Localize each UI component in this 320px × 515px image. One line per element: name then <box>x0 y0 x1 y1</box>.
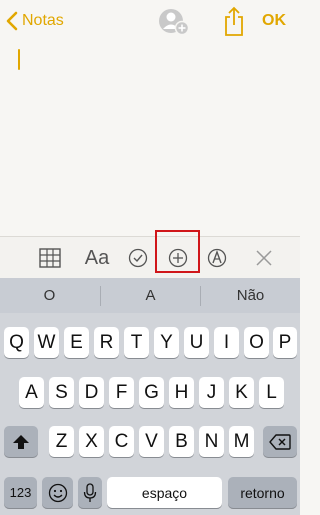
key-v[interactable]: V <box>139 426 164 457</box>
shift-key[interactable] <box>4 426 38 457</box>
emoji-icon <box>48 483 67 502</box>
key-l[interactable]: L <box>259 377 284 408</box>
table-button[interactable] <box>38 243 62 273</box>
close-icon <box>256 250 272 266</box>
key-n[interactable]: N <box>199 426 224 457</box>
key-y[interactable]: Y <box>154 327 179 358</box>
key-e[interactable]: E <box>64 327 89 358</box>
highlight-box <box>155 230 200 273</box>
return-key[interactable]: retorno <box>228 477 297 508</box>
suggestion-item[interactable]: Não <box>201 278 300 313</box>
suggestion-item[interactable]: O <box>0 278 99 313</box>
back-label: Notas <box>22 12 64 29</box>
key-c[interactable]: C <box>109 426 134 457</box>
ok-button[interactable]: OK <box>262 12 286 30</box>
share-button[interactable] <box>222 5 246 37</box>
key-x[interactable]: X <box>79 426 104 457</box>
share-icon <box>225 6 243 36</box>
key-r[interactable]: R <box>94 327 119 358</box>
chevron-left-icon <box>6 11 18 31</box>
checklist-button[interactable] <box>127 243 149 273</box>
add-people-icon <box>159 9 190 36</box>
checklist-icon <box>128 248 148 268</box>
dictation-key[interactable] <box>78 477 102 508</box>
key-s[interactable]: S <box>49 377 74 408</box>
key-a[interactable]: A <box>19 377 44 408</box>
key-q[interactable]: Q <box>4 327 29 358</box>
format-toolbar: Aa <box>0 236 300 278</box>
key-o[interactable]: O <box>244 327 269 358</box>
text-cursor <box>18 49 20 70</box>
markup-icon <box>207 248 227 268</box>
key-t[interactable]: T <box>124 327 149 358</box>
delete-key[interactable] <box>263 426 297 457</box>
shift-arrow-icon <box>13 434 29 449</box>
markup-button[interactable] <box>206 243 228 273</box>
key-j[interactable]: J <box>199 377 224 408</box>
key-u[interactable]: U <box>184 327 209 358</box>
note-text-area[interactable] <box>0 44 300 236</box>
navigation-bar: Notas OK <box>0 0 300 44</box>
key-p[interactable]: P <box>273 327 297 358</box>
key-b[interactable]: B <box>169 426 194 457</box>
keyboard: O A Não Q W E R T Y U I O P A S D F G H … <box>0 278 300 515</box>
text-style-button[interactable]: Aa <box>82 243 112 273</box>
key-z[interactable]: Z <box>49 426 74 457</box>
close-toolbar-button[interactable] <box>254 243 274 273</box>
key-i[interactable]: I <box>214 327 239 358</box>
key-f[interactable]: F <box>109 377 134 408</box>
space-key[interactable]: espaço <box>107 477 222 508</box>
backspace-icon <box>269 433 291 450</box>
key-d[interactable]: D <box>79 377 104 408</box>
key-h[interactable]: H <box>169 377 194 408</box>
numbers-key[interactable]: 123 <box>4 477 37 508</box>
back-button[interactable]: Notas <box>6 9 64 33</box>
emoji-key[interactable] <box>42 477 73 508</box>
microphone-icon <box>83 482 97 502</box>
key-k[interactable]: K <box>229 377 254 408</box>
table-icon <box>39 248 61 268</box>
add-people-button[interactable] <box>156 7 190 37</box>
key-g[interactable]: G <box>139 377 164 408</box>
key-w[interactable]: W <box>34 327 59 358</box>
suggestion-item[interactable]: A <box>101 278 200 313</box>
suggestion-bar: O A Não <box>0 278 300 313</box>
key-m[interactable]: M <box>229 426 254 457</box>
